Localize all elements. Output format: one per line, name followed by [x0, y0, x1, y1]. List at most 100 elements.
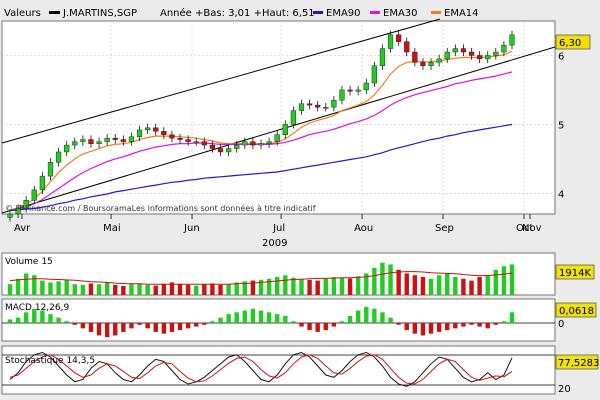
macd-bar	[388, 317, 393, 323]
macd-bar	[250, 308, 256, 323]
macd-bar	[445, 323, 450, 331]
macd-bar	[218, 317, 223, 323]
macd-bar	[372, 308, 377, 323]
macd-bar	[428, 323, 434, 334]
candle-body	[331, 100, 337, 108]
macd-bar	[210, 321, 215, 323]
volume-bar	[404, 273, 409, 295]
macd-bar	[469, 323, 474, 325]
candle-body	[452, 48, 458, 53]
macd-bar	[396, 323, 401, 325]
macd-bar	[485, 323, 490, 329]
candle-body	[298, 103, 305, 111]
macd-bar	[194, 323, 199, 327]
stochastic-20-tick: 20	[558, 384, 571, 395]
volume-bar	[226, 284, 231, 295]
candle-body	[396, 34, 402, 42]
volume-bar	[202, 284, 207, 295]
candle-body	[404, 41, 410, 53]
macd-bar	[137, 323, 142, 325]
candle-body	[185, 139, 191, 142]
macd-bar	[56, 317, 61, 323]
macd-bar	[331, 323, 337, 327]
candle-body	[250, 141, 256, 146]
volume-bar	[56, 281, 61, 295]
candle-body	[493, 51, 499, 56]
volume-bar	[485, 275, 490, 295]
volume-bar	[129, 284, 134, 295]
macd-bar	[291, 321, 296, 323]
volume-bar	[420, 277, 426, 295]
candle-body	[47, 162, 54, 177]
macd-zero-tick: 0	[558, 319, 564, 330]
macd-bar	[96, 323, 102, 336]
volume-bar	[291, 277, 296, 295]
volume-bar	[453, 277, 458, 295]
candle-body	[315, 104, 321, 108]
macd-bar	[307, 323, 312, 331]
legend-ema14-label: EMA14	[444, 8, 479, 19]
x-tick-label: Mai	[103, 223, 121, 234]
volume-bar	[15, 278, 21, 295]
macd-bar	[226, 314, 231, 323]
legend-instrument-label: J.MARTINS,SGP	[62, 8, 137, 19]
candle-body	[88, 139, 94, 144]
candle-body	[477, 55, 483, 60]
candle-body	[412, 51, 418, 63]
macd-bar	[420, 323, 426, 336]
candle-body	[428, 62, 434, 67]
macd-bar	[315, 323, 320, 332]
candle-body	[266, 141, 272, 144]
volume-bar	[80, 284, 86, 295]
macd-bar	[453, 323, 458, 329]
candle-body	[306, 103, 313, 106]
volume-bar	[501, 266, 507, 295]
volume-bar	[355, 276, 361, 295]
macd-title: MACD 12,26,9	[5, 303, 69, 313]
macd-bar	[347, 315, 353, 323]
candle-body	[339, 89, 345, 101]
volume-bar	[436, 275, 442, 295]
volume-bar	[388, 264, 393, 295]
candle-body	[258, 143, 264, 146]
macd-bar	[161, 323, 167, 334]
macd-bar	[129, 323, 134, 329]
price-last-value: 6,30	[559, 38, 581, 49]
macd-bar	[88, 323, 94, 332]
candle-body	[501, 44, 507, 53]
x-tick-label: Avr	[14, 223, 31, 234]
volume-bar	[40, 280, 45, 295]
macd-bar	[299, 323, 304, 327]
volume-bar	[145, 284, 150, 295]
volume-bar	[307, 279, 312, 295]
volume-bar	[64, 279, 69, 295]
legend-instrument-swatch	[49, 11, 60, 14]
volume-bar	[32, 275, 37, 295]
macd-bar	[113, 323, 118, 336]
x-tick-label: Aou	[354, 223, 373, 234]
candle-body	[226, 148, 232, 153]
x-tick-label: Sep	[435, 223, 454, 234]
volume-bar	[347, 278, 353, 295]
candle-body	[217, 148, 224, 153]
candle-body	[323, 106, 329, 109]
candle-body	[153, 127, 159, 132]
volume-bar	[461, 278, 466, 295]
candle-body	[39, 175, 45, 191]
macd-bar	[477, 323, 482, 327]
candle-body	[436, 58, 442, 63]
macd-bar	[364, 307, 369, 323]
legend-range-text: Année +Bas: 3,01 +Haut: 6,51	[160, 7, 315, 19]
macd-bar	[509, 312, 515, 323]
volume-bar	[88, 283, 94, 295]
volume-bar	[396, 269, 401, 295]
candle-body	[444, 51, 450, 60]
candle-body	[31, 189, 37, 201]
candle-body	[96, 141, 102, 144]
legend-bar: Valeurs J.MARTINS,SGP Année +Bas: 3,01 +…	[4, 7, 479, 19]
legend-ema90-label: EMA90	[326, 8, 361, 19]
macd-bar	[104, 323, 110, 338]
candle-body	[193, 141, 199, 144]
candle-body	[371, 65, 377, 84]
legend-ema30-swatch	[370, 11, 380, 14]
